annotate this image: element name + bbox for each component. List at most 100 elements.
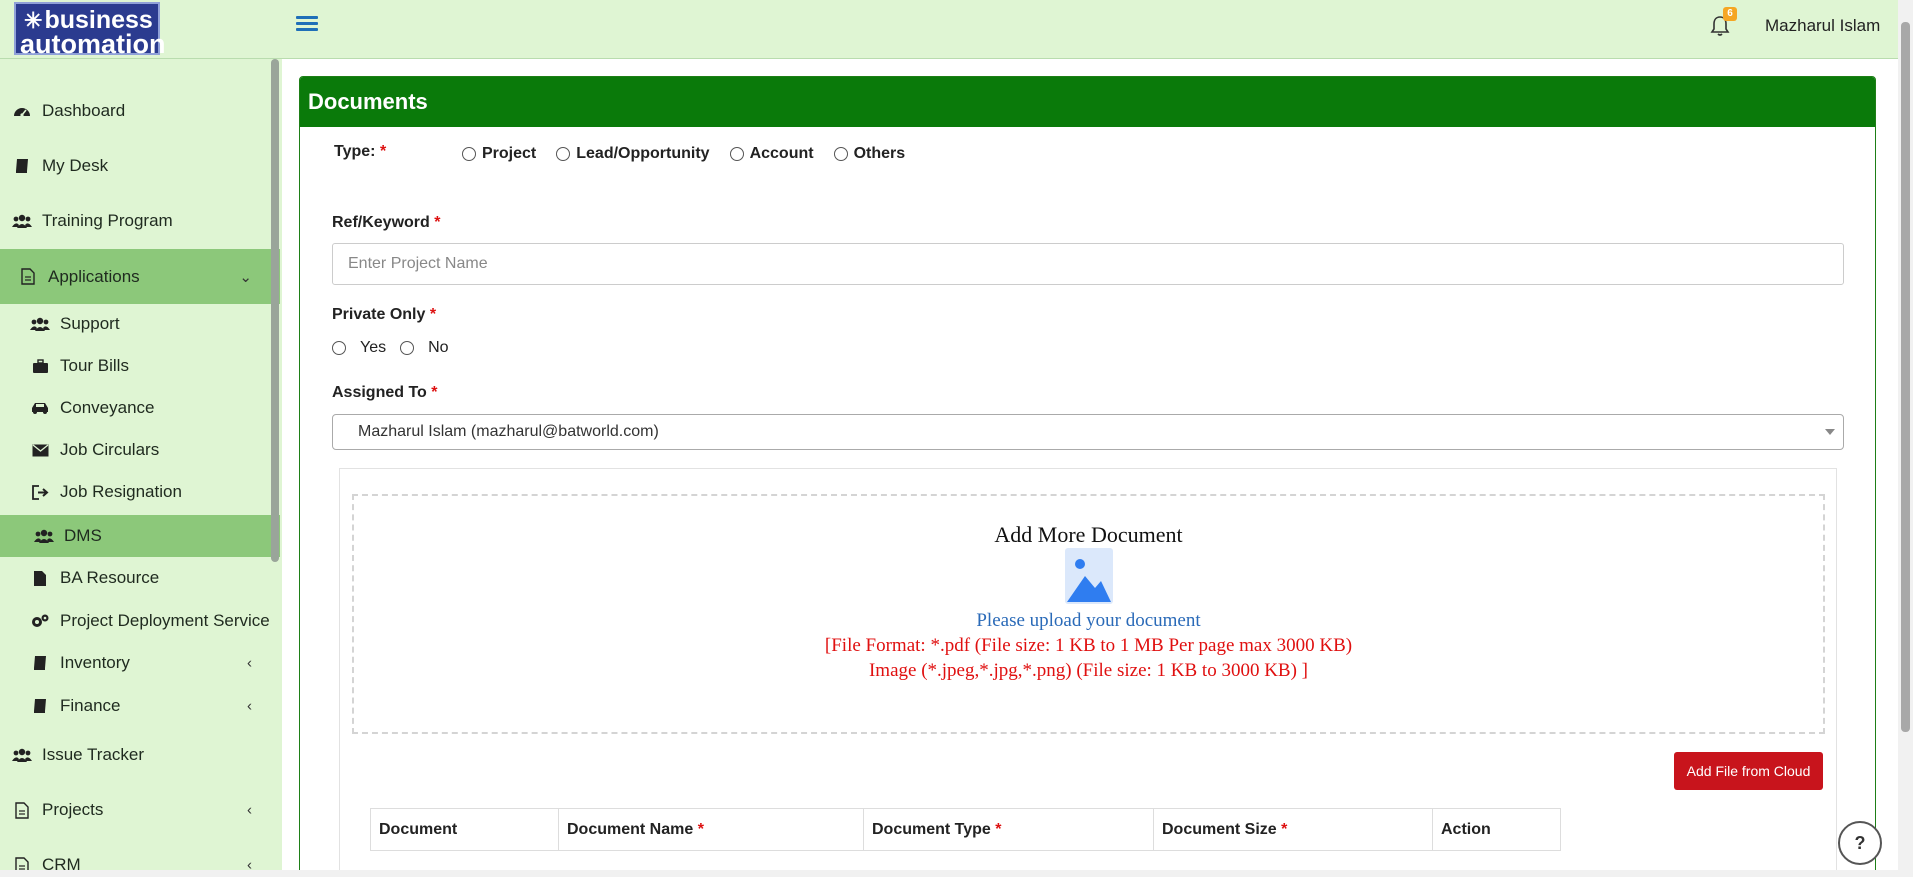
radio-button[interactable] (400, 341, 415, 355)
gears-icon (30, 612, 50, 630)
sidebar-item-label: Job Resignation (60, 482, 182, 501)
sidebar-item-label: Applications (48, 266, 140, 286)
chevron-left-icon: ‹ (247, 801, 252, 819)
help-button[interactable]: ? (1838, 821, 1882, 865)
table-header-row: Document Document Name * Document Type *… (370, 808, 1561, 851)
type-option-others[interactable]: Others (833, 145, 905, 163)
chevron-down-icon: ⌄ (239, 268, 252, 286)
sidebar-item-label: Training Program (42, 211, 173, 230)
column-document: Document (370, 808, 559, 851)
sidebar-item-label: Finance (60, 696, 121, 715)
logo-line2: automation (20, 29, 166, 59)
file-dropzone[interactable]: Add More Document Please upload your doc… (352, 494, 1825, 734)
sidebar-item-label: Issue Tracker (42, 745, 145, 764)
sign-out-icon (30, 483, 50, 501)
page-scrollbar[interactable] (1898, 0, 1913, 877)
radio-button[interactable] (833, 147, 848, 161)
upload-prompt: Please upload your document (976, 610, 1201, 631)
radio-button[interactable] (462, 147, 476, 161)
documents-card: Documents Type: * Project Lead/Opportuni… (299, 76, 1876, 877)
sidebar-item-label: Conveyance (60, 398, 155, 417)
type-option-account[interactable]: Account (729, 145, 814, 163)
sidebar-item-label: BA Resource (60, 568, 160, 587)
documents-table: Document Document Name * Document Type *… (370, 808, 1561, 851)
sidebar-item-projects[interactable]: Projects ‹ (0, 789, 280, 831)
user-menu[interactable]: Mazharul Islam (1765, 16, 1880, 36)
assigned-to-value: Mazharul Islam (mazharul@batworld.com) (358, 423, 659, 440)
sidebar-item-my-desk[interactable]: My Desk (0, 145, 280, 187)
sidebar-item-inventory[interactable]: Inventory ‹ (0, 642, 280, 684)
sidebar-item-label: Project Deployment Service (60, 611, 270, 630)
radio-button[interactable] (729, 147, 744, 161)
sidebar-item-label: Projects (42, 800, 104, 819)
dashboard-icon (12, 102, 32, 120)
sidebar: Dashboard My Desk Training Program Appli… (0, 59, 282, 877)
private-only-label: Private Only * (332, 306, 437, 323)
users-icon (34, 527, 54, 545)
assigned-to-label: Assigned To * (332, 384, 438, 401)
private-radio-group: Yes No (332, 339, 469, 357)
sidebar-item-label: Tour Bills (60, 356, 129, 375)
car-icon (30, 399, 50, 417)
type-option-project[interactable]: Project (462, 145, 536, 163)
image-format-rule: Image (*.jpeg,*.jpg,*.png) (File size: 1… (868, 660, 1309, 681)
add-file-from-cloud-button[interactable]: Add File from Cloud (1674, 752, 1823, 790)
sidebar-item-label: Job Circulars (60, 440, 160, 459)
ref-keyword-label: Ref/Keyword * (332, 214, 441, 231)
ref-keyword-input[interactable]: Enter Project Name (332, 243, 1844, 285)
chevron-left-icon: ‹ (247, 654, 252, 672)
users-icon (12, 746, 32, 764)
sidebar-item-support[interactable]: Support (0, 303, 280, 345)
image-upload-icon (1065, 548, 1113, 604)
column-document-name: Document Name * (558, 808, 864, 851)
column-document-type: Document Type * (863, 808, 1154, 851)
sidebar-item-issue-tracker[interactable]: Issue Tracker (0, 734, 280, 776)
sidebar-item-job-resignation[interactable]: Job Resignation (0, 471, 280, 513)
column-document-size: Document Size * (1153, 808, 1433, 851)
users-icon (30, 315, 50, 333)
book-icon (30, 697, 50, 715)
private-option-yes[interactable]: Yes (332, 339, 386, 357)
horizontal-scrollbar[interactable] (0, 870, 1898, 877)
type-radio-group: Project Lead/Opportunity Account Others (462, 145, 925, 163)
sidebar-item-dashboard[interactable]: Dashboard (0, 90, 280, 132)
book-icon (12, 157, 32, 175)
type-label: Type: * (334, 143, 387, 160)
type-option-lead-opportunity[interactable]: Lead/Opportunity (556, 145, 710, 163)
sidebar-item-conveyance[interactable]: Conveyance (0, 387, 280, 429)
sidebar-item-project-deployment-service[interactable]: Project Deployment Service (0, 600, 280, 642)
sidebar-scrollbar[interactable] (271, 59, 279, 562)
sidebar-item-label: DMS (64, 526, 102, 545)
file-icon (18, 268, 38, 286)
file-icon (30, 569, 50, 587)
notification-badge: 6 (1723, 7, 1737, 21)
sidebar-item-job-circulars[interactable]: Job Circulars (0, 429, 280, 471)
radio-button[interactable] (332, 341, 346, 355)
column-action: Action (1432, 808, 1561, 851)
sidebar-item-label: Dashboard (42, 101, 126, 120)
chevron-left-icon: ‹ (247, 697, 252, 715)
menu-toggle-icon[interactable] (296, 16, 318, 34)
envelope-icon (30, 441, 50, 459)
sidebar-item-label: Inventory (60, 653, 130, 672)
sidebar-item-finance[interactable]: Finance ‹ (0, 685, 280, 727)
assigned-to-select[interactable]: Mazharul Islam (mazharul@batworld.com) (332, 414, 1844, 450)
sidebar-item-training-program[interactable]: Training Program (0, 200, 280, 242)
sidebar-item-applications[interactable]: Applications ⌄ (0, 249, 280, 304)
file-format-rule: [File Format: *.pdf (File size: 1 KB to … (824, 635, 1353, 656)
sidebar-item-dms[interactable]: DMS (0, 515, 280, 557)
radio-button[interactable] (556, 147, 571, 161)
upload-title: Add More Document (994, 522, 1183, 547)
logo[interactable]: ✳business automation (14, 2, 166, 58)
caret-down-icon (1825, 429, 1835, 435)
private-option-no[interactable]: No (400, 339, 449, 357)
book-icon (30, 654, 50, 672)
page-title: Documents (300, 77, 1875, 127)
file-icon (12, 801, 32, 819)
briefcase-icon (30, 357, 50, 375)
sidebar-item-ba-resource[interactable]: BA Resource (0, 557, 280, 599)
sidebar-item-tour-bills[interactable]: Tour Bills (0, 345, 280, 387)
top-header: ✳business automation 6 Mazharul Islam (0, 0, 1913, 59)
scrollbar-thumb[interactable] (1901, 22, 1910, 732)
sidebar-item-label: Support (60, 314, 120, 333)
